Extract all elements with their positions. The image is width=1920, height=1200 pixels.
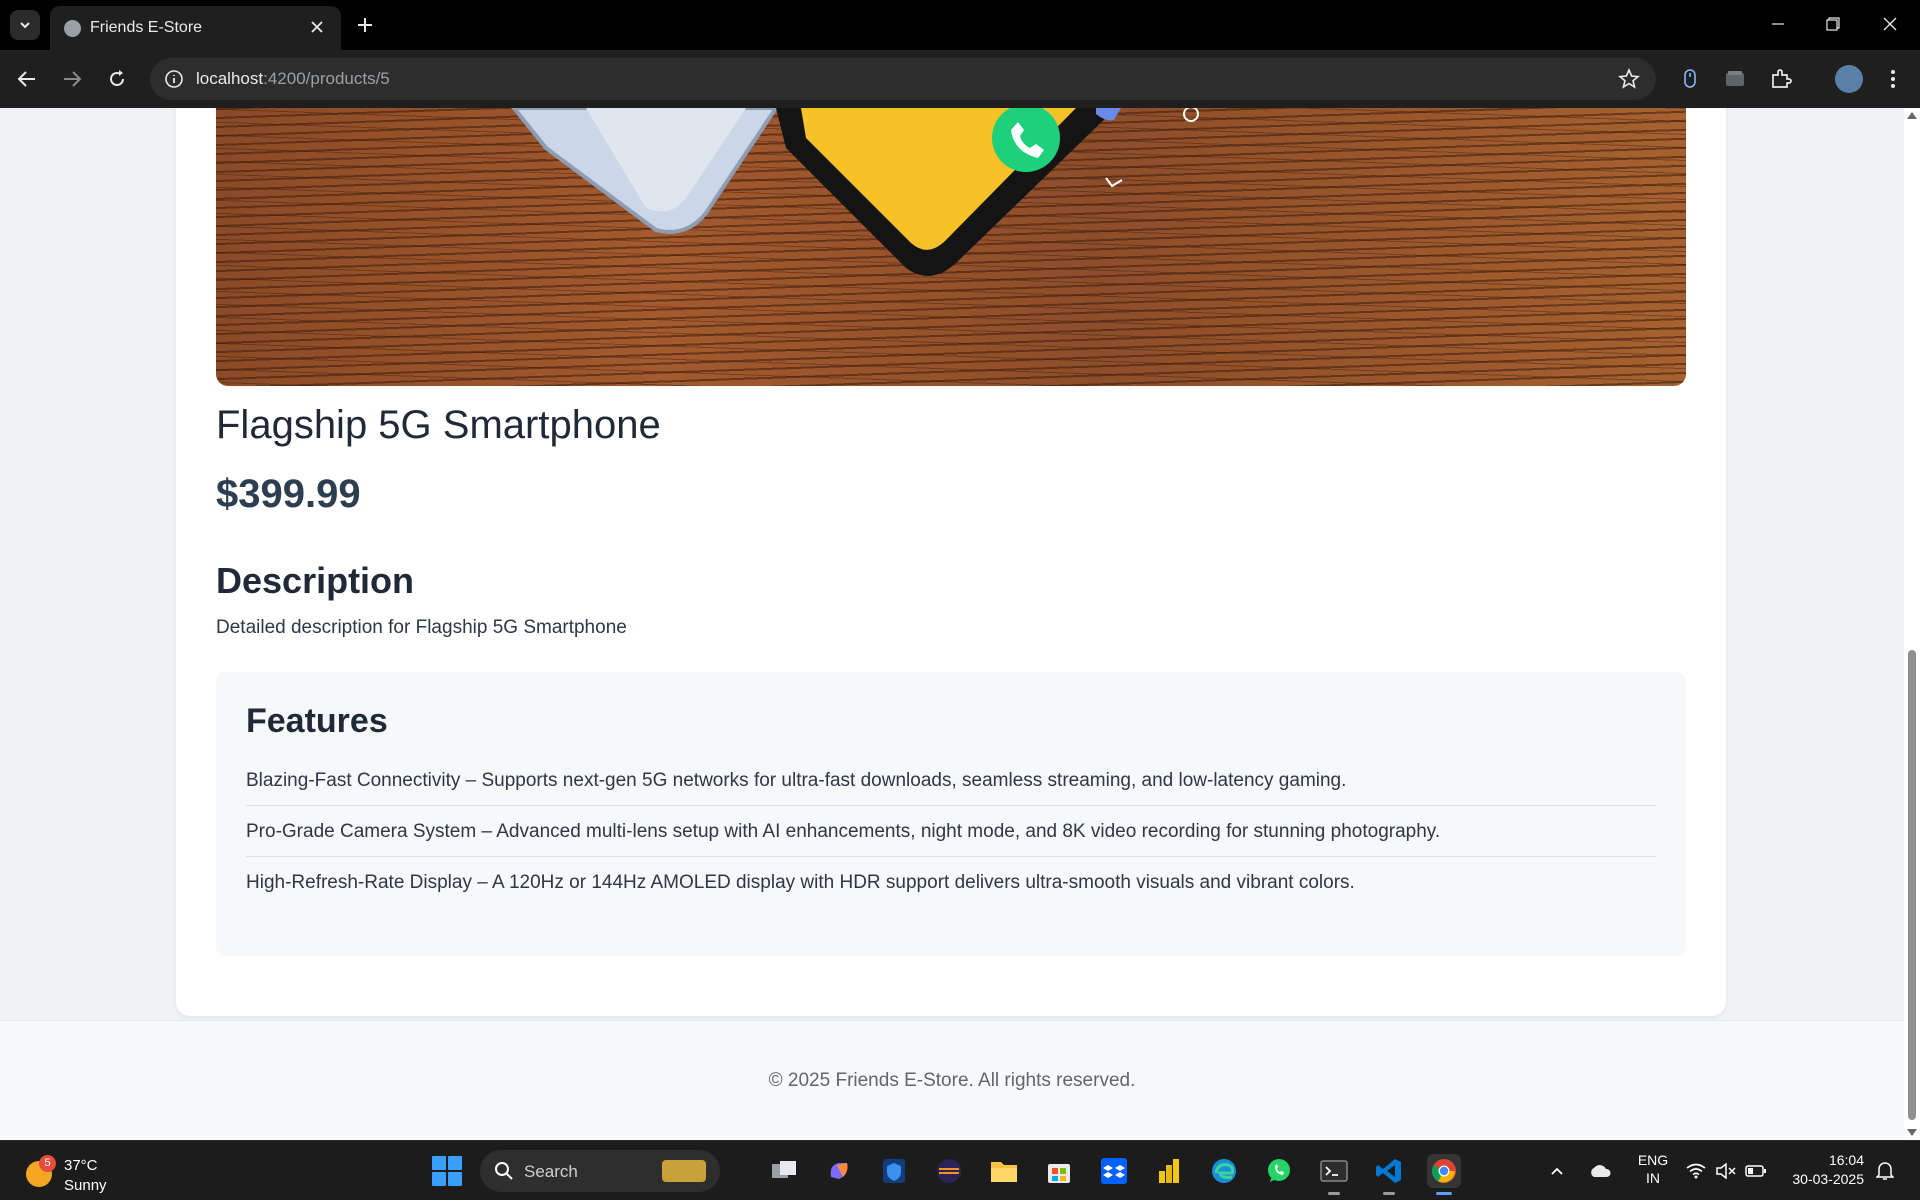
footer-copyright: © 2025 Friends E-Store. All rights reser… [768,1070,1136,1091]
chevron-down-icon [20,22,30,29]
close-tab-button[interactable] [305,15,329,39]
feature-list: Blazing-Fast Connectivity – Supports nex… [246,755,1656,908]
description-text: Detailed description for Flagship 5G Sma… [216,617,627,638]
running-indicator [1383,1192,1395,1195]
minimize-icon [1772,23,1784,25]
defender-shield-icon[interactable] [877,1154,911,1188]
smartphone-photo [511,108,1199,276]
description-heading: Description [216,560,415,601]
clock-date: 30-03-2025 [1792,1171,1864,1187]
url-text: localhost:4200/products/5 [196,69,390,89]
weather-badge: 5 [39,1155,56,1172]
dropbox-icon[interactable] [1097,1154,1131,1188]
scroll-down-arrow-icon[interactable] [1907,1129,1917,1136]
terminal-icon[interactable] [1317,1154,1351,1195]
info-icon[interactable] [164,69,184,89]
extension-wallet-icon[interactable] [1722,66,1748,92]
globe-icon [64,20,81,37]
features-heading: Features [246,702,388,740]
copilot-icon[interactable] [822,1154,856,1188]
product-price: $399.99 [216,472,361,516]
notification-bell-icon[interactable] [1871,1154,1899,1188]
tab-title: Friends E-Store [90,19,203,36]
search-icon [495,1162,513,1180]
menu-kebab-icon[interactable] [1880,66,1906,92]
chrome-icon[interactable] [1427,1154,1461,1195]
page-footer: © 2025 Friends E-Store. All rights reser… [0,1020,1904,1140]
search-highlight-image [662,1160,706,1182]
address-bar[interactable]: localhost:4200/products/5 [150,58,1656,100]
feature-item: Blazing-Fast Connectivity – Supports nex… [246,755,1656,806]
feature-item: Pro-Grade Camera System – Advanced multi… [246,806,1656,857]
restore-button[interactable] [1813,8,1853,40]
features-section: Features Blazing-Fast Connectivity – Sup… [216,672,1686,956]
file-explorer-folder-icon[interactable] [987,1154,1021,1188]
onedrive-cloud-icon[interactable] [1585,1154,1615,1188]
new-tab-button[interactable] [352,12,378,38]
extension-mouse-icon[interactable] [1677,66,1703,92]
weather-widget[interactable]: 5 37°C Sunny [24,1151,124,1194]
minimize-button[interactable] [1758,8,1798,40]
extensions-puzzle-icon[interactable] [1768,66,1794,92]
weather-temperature: 37°C [64,1157,98,1174]
vscode-icon[interactable] [1372,1154,1406,1195]
back-button[interactable] [11,63,43,95]
reload-button[interactable] [101,63,133,95]
taskbar-clock[interactable]: 16:04 30-03-2025 [1792,1151,1864,1189]
close-icon [311,21,323,33]
microsoft-store-icon[interactable] [1042,1154,1076,1188]
restore-icon [1826,17,1840,31]
eclipse-icon[interactable] [932,1154,966,1188]
profile-avatar-icon[interactable] [1835,65,1863,93]
scroll-up-arrow-icon[interactable] [1907,112,1917,119]
product-card: Flagship 5G Smartphone $399.99 Descripti… [176,108,1726,1016]
product-image [216,108,1686,386]
lang-code: ENG [1637,1152,1669,1168]
bookmark-star-icon[interactable] [1618,68,1640,90]
close-window-button[interactable] [1870,8,1910,40]
forward-button[interactable] [56,63,88,95]
lang-region: IN [1646,1170,1660,1186]
feature-item: High-Refresh-Rate Display – A 120Hz or 1… [246,872,1355,893]
input-language-indicator[interactable]: ENG IN [1636,1151,1670,1187]
start-button-windows-icon[interactable] [432,1156,462,1186]
volume-muted-icon[interactable] [1713,1154,1739,1188]
clock-time: 16:04 [1828,1152,1864,1168]
scrollbar-thumb[interactable] [1908,650,1916,1120]
tab-search-button[interactable] [10,10,40,40]
running-indicator [1328,1192,1340,1195]
active-indicator [1436,1192,1452,1195]
browser-toolbar: localhost:4200/products/5 [0,50,1920,108]
url-host: localhost [196,69,264,88]
page-viewport: Flagship 5G Smartphone $399.99 Descripti… [0,108,1904,1140]
show-hidden-icons-chevron-up-icon[interactable] [1545,1154,1569,1188]
page-scrollbar[interactable] [1904,108,1920,1140]
taskbar: 5 37°C Sunny Search ENG IN 16:04 30-03-2… [0,1140,1920,1200]
arrow-left-icon [17,71,35,87]
battery-icon[interactable] [1743,1154,1769,1188]
weather-condition: Sunny [64,1177,107,1194]
browser-tab[interactable]: Friends E-Store [50,6,341,50]
wifi-icon[interactable] [1683,1154,1709,1188]
product-title: Flagship 5G Smartphone [216,403,661,447]
tab-strip: Friends E-Store [0,0,1920,50]
edge-browser-icon[interactable] [1207,1154,1241,1188]
whatsapp-icon[interactable] [1262,1154,1296,1188]
taskbar-search[interactable]: Search [480,1150,720,1192]
url-path: :4200/products/5 [263,69,390,88]
arrow-right-icon [64,71,82,87]
search-label: Search [524,1162,578,1181]
reload-icon [110,70,124,86]
close-icon [1883,17,1897,31]
power-bi-icon[interactable] [1152,1154,1186,1188]
task-view-icon[interactable] [767,1154,801,1188]
plus-icon [358,18,372,32]
